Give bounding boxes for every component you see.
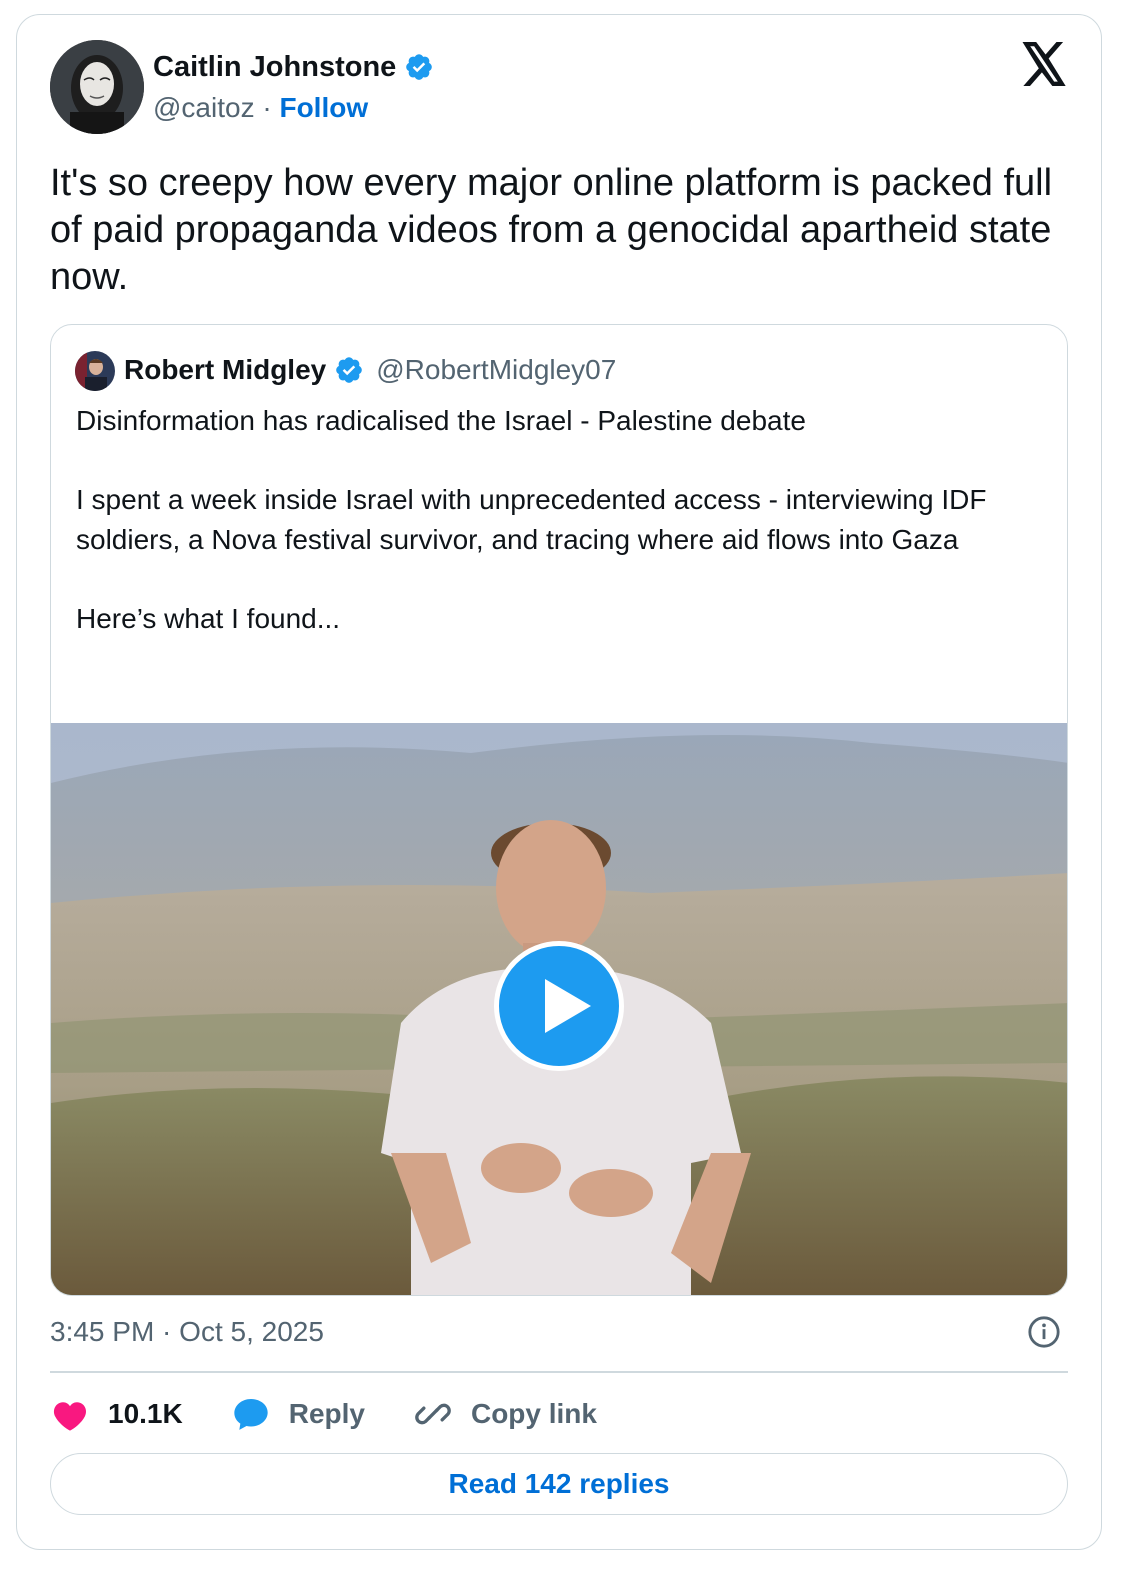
quoted-paragraph: I spent a week inside Israel with unprec… [76, 484, 987, 555]
verified-badge-icon [404, 52, 434, 82]
quoted-author-avatar[interactable] [75, 351, 115, 391]
quoted-author-name[interactable]: Robert Midgley @RobertMidgley07 [124, 353, 616, 387]
copy-link-button[interactable]: Copy link [413, 1394, 597, 1434]
quoted-paragraph: Disinformation has radicalised the Israe… [76, 405, 806, 436]
author-handle-row: @caitoz · Follow [153, 91, 368, 125]
copy-link-label: Copy link [470, 1398, 597, 1429]
play-icon [545, 979, 591, 1033]
reply-label: Reply [288, 1398, 365, 1429]
like-count: 10.1K [108, 1398, 183, 1429]
separator: · [262, 92, 272, 123]
quoted-author-handle[interactable]: @RobertMidgley07 [376, 353, 616, 387]
follow-button[interactable]: Follow [279, 92, 368, 123]
like-button[interactable]: 10.1K [50, 1394, 183, 1434]
quoted-name-text[interactable]: Robert Midgley [124, 353, 326, 387]
tweet-timestamp[interactable]: 3:45 PM · Oct 5, 2025 [50, 1315, 324, 1349]
author-name[interactable]: Caitlin Johnstone [153, 50, 434, 84]
verified-badge-icon [334, 355, 364, 385]
quoted-paragraph: Here’s what I found... [76, 602, 341, 634]
link-icon [415, 1403, 451, 1425]
speech-bubble-icon [234, 1399, 268, 1430]
author-avatar[interactable] [50, 40, 144, 134]
author-handle[interactable]: @caitoz [153, 92, 255, 123]
heart-icon [53, 1402, 87, 1431]
tweet-actions: 10.1K Reply Copy link [50, 1392, 645, 1436]
x-logo-icon[interactable] [1020, 42, 1068, 86]
tweet-text: It's so creepy how every major online pl… [50, 162, 1053, 298]
play-button[interactable] [494, 941, 624, 1071]
info-icon[interactable] [1027, 1315, 1061, 1349]
read-replies-button[interactable]: Read 142 replies [50, 1453, 1068, 1515]
video-thumbnail[interactable] [51, 723, 1067, 1295]
author-name-text[interactable]: Caitlin Johnstone [153, 50, 396, 84]
reply-button[interactable]: Reply [231, 1394, 365, 1434]
quoted-tweet[interactable]: Robert Midgley @RobertMidgley07 Disinfor… [50, 324, 1068, 1296]
divider [50, 1371, 1068, 1373]
quoted-tweet-text: Disinformation has radicalised the Israe… [76, 401, 1036, 638]
